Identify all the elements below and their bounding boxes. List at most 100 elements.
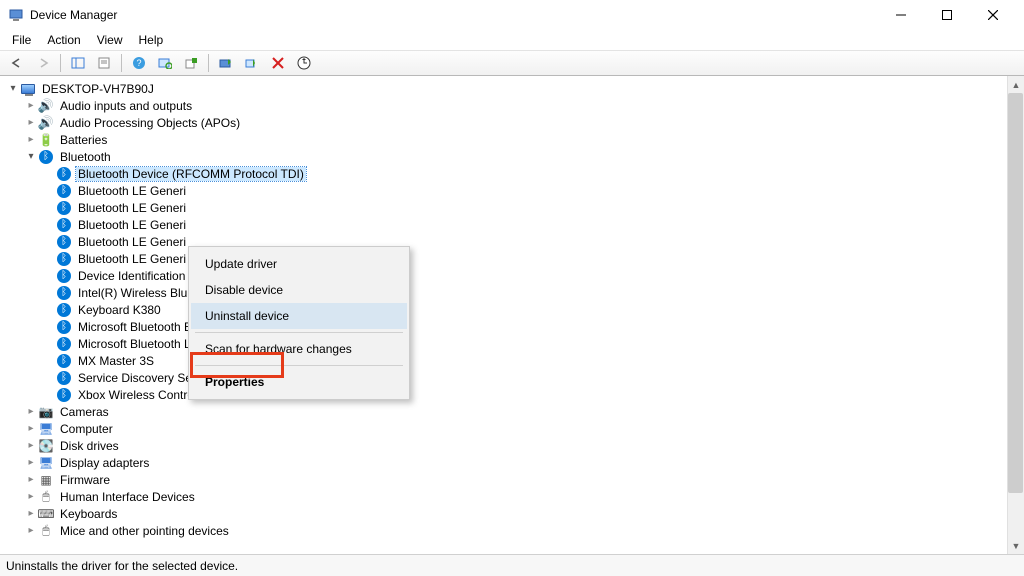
context-properties[interactable]: Properties [191,369,407,395]
context-uninstall-device[interactable]: Uninstall device [191,303,407,329]
context-separator [195,365,403,366]
bt-device[interactable]: ᛒIntel(R) Wireless Blu [2,284,1022,301]
tree-label: Audio inputs and outputs [58,99,194,113]
window-title: Device Manager [30,8,117,22]
toolbar-separator [208,54,209,72]
bt-device[interactable]: ᛒBluetooth Device (RFCOMM Protocol TDI) [2,165,1022,182]
tree-label: Firmware [58,473,112,487]
scroll-up-icon[interactable]: ▲ [1008,76,1024,93]
properties-toolbar-button[interactable] [93,53,115,73]
tree-label: Batteries [58,133,109,147]
statusbar: Uninstalls the driver for the selected d… [0,554,1024,576]
menu-help[interactable]: Help [131,31,172,49]
tree-label: Bluetooth LE Generi [76,235,188,249]
expander-icon[interactable] [24,524,38,538]
vertical-scrollbar[interactable]: ▲▼ [1007,76,1024,554]
tree-label: Bluetooth LE Generi [76,201,188,215]
toolbar: ? [0,50,1024,76]
expander-icon[interactable] [24,99,38,113]
device-icon: ᛒ [56,268,72,284]
tree-label: Cameras [58,405,111,419]
bt-device[interactable]: ᛒ Bluetooth LE Generi [2,199,1022,216]
category-apo[interactable]: 🔊Audio Processing Objects (APOs) [2,114,1022,131]
uninstall-device-button[interactable] [267,53,289,73]
root-node[interactable]: DESKTOP-VH7B90J [2,80,1022,97]
bt-device[interactable]: ᛒXbox Wireless Controller [2,386,1022,403]
device-icon: ᛒ [56,353,72,369]
device-icon: ᛒ [56,370,72,386]
device-icon: ᛒ [56,234,72,250]
bt-device[interactable]: ᛒDevice Identification [2,267,1022,284]
tree-label: DESKTOP-VH7B90J [40,82,156,96]
help-button[interactable]: ? [128,53,150,73]
close-button[interactable] [970,0,1016,30]
device-tree[interactable]: ▲▼DESKTOP-VH7B90J🔊Audio inputs and outpu… [0,76,1024,554]
category-batteries[interactable]: 🔋 Batteries [2,131,1022,148]
menu-action[interactable]: Action [39,31,88,49]
device-icon: ᛒ [56,200,72,216]
bt-device[interactable]: ᛒService Discovery Service [2,369,1022,386]
forward-button[interactable] [32,53,54,73]
device-icon: 🖱 [38,523,54,539]
menu-view[interactable]: View [89,31,131,49]
menu-file[interactable]: File [4,31,39,49]
show-hide-console-button[interactable] [67,53,89,73]
category-firmware[interactable]: ▦Firmware [2,471,1022,488]
bt-device[interactable]: ᛒBluetooth LE Generi [2,250,1022,267]
window-controls [878,0,1016,30]
context-disable-device[interactable]: Disable device [191,277,407,303]
expander-icon[interactable] [24,490,38,504]
category-display[interactable]: 🖥Display adapters [2,454,1022,471]
context-scan-hardware[interactable]: Scan for hardware changes [191,336,407,362]
device-icon: ᛒ [38,149,54,165]
update-driver-button[interactable] [215,53,237,73]
scan-hardware-button[interactable] [154,53,176,73]
back-button[interactable] [6,53,28,73]
category-computer[interactable]: 🖥Computer [2,420,1022,437]
minimize-button[interactable] [878,0,924,30]
expander-icon[interactable] [24,150,38,164]
category-keyboards[interactable]: ⌨Keyboards [2,505,1022,522]
bt-device[interactable]: ᛒ Bluetooth LE Generi [2,233,1022,250]
category-mice[interactable]: 🖱 Mice and other pointing devices [2,522,1022,539]
device-icon: 🔋 [38,132,54,148]
device-icon: ᛒ [56,319,72,335]
device-icon: 🔊 [38,98,54,114]
category-hid[interactable]: 🖱Human Interface Devices [2,488,1022,505]
bt-device[interactable]: ᛒBluetooth LE Generi [2,216,1022,233]
device-icon: 🖥 [38,455,54,471]
expander-icon[interactable] [24,405,38,419]
app-icon [8,7,24,23]
tree-label: Bluetooth LE Generi [76,252,188,266]
expander-icon[interactable] [24,422,38,436]
category-cameras[interactable]: 📷Cameras [2,403,1022,420]
category-disk[interactable]: 💽Disk drives [2,437,1022,454]
tree-label: Mice and other pointing devices [58,524,231,538]
device-icon: 💽 [38,438,54,454]
expander-icon[interactable] [24,507,38,521]
expander-icon[interactable] [24,439,38,453]
scan-changes-button[interactable] [293,53,315,73]
disable-device-button[interactable] [241,53,263,73]
bt-device[interactable]: ᛒMicrosoft Bluetooth Enumerator [2,318,1022,335]
bt-device[interactable]: ᛒMicrosoft Bluetooth LE Enumerator [2,335,1022,352]
tree-label: Bluetooth LE Generi [76,184,188,198]
expander-icon[interactable] [24,473,38,487]
menubar: File Action View Help [0,30,1024,50]
expander-icon[interactable] [6,82,20,96]
device-icon: ᛒ [56,387,72,403]
expander-icon[interactable] [24,456,38,470]
context-update-driver[interactable]: Update driver [191,251,407,277]
add-driver-button[interactable] [180,53,202,73]
bt-device[interactable]: ᛒKeyboard K380 [2,301,1022,318]
category-bluetooth[interactable]: ᛒ Bluetooth [2,148,1022,165]
bt-device[interactable]: ᛒ MX Master 3S [2,352,1022,369]
tree-label: Bluetooth [58,150,113,164]
expander-icon[interactable] [24,133,38,147]
category-audio[interactable]: 🔊 Audio inputs and outputs [2,97,1022,114]
bt-device[interactable]: ᛒBluetooth LE Generi [2,182,1022,199]
tree-label: MX Master 3S [76,354,156,368]
expander-icon[interactable] [24,116,38,130]
maximize-button[interactable] [924,0,970,30]
scroll-down-icon[interactable]: ▼ [1008,537,1024,554]
